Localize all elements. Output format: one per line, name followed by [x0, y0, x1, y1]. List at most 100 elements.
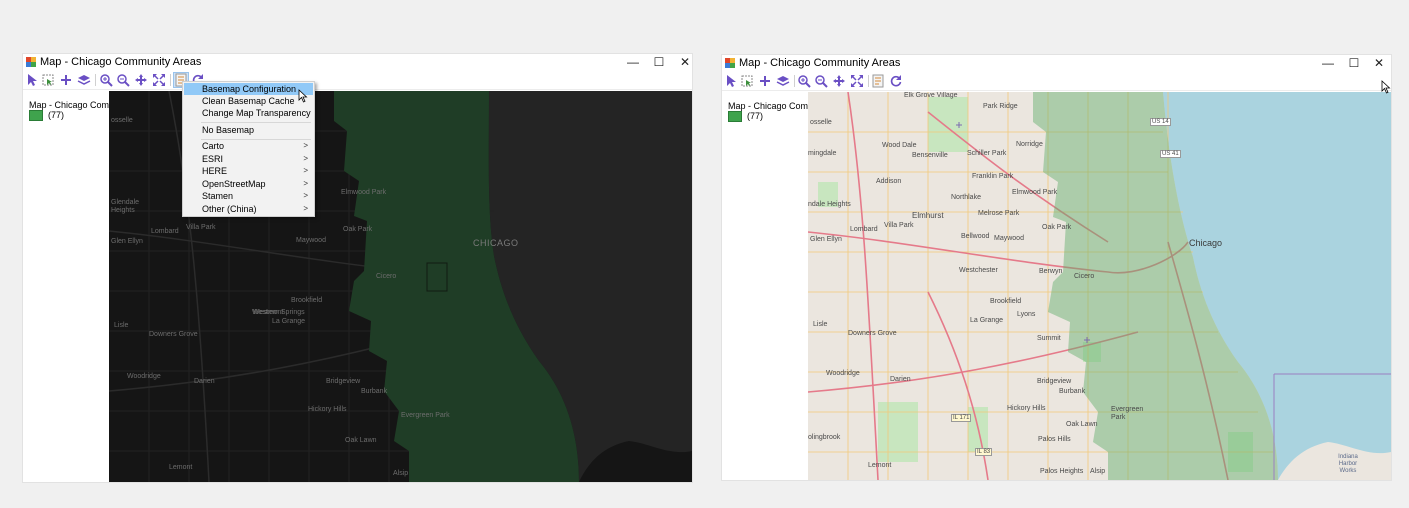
menu-separator [201, 122, 311, 123]
map-label: Oak Park [1042, 224, 1072, 231]
legend-layer-name[interactable]: Map - Chicago Community A [728, 101, 808, 111]
zoom-out-icon[interactable] [115, 72, 131, 88]
map-label: Cicero [376, 273, 397, 280]
map-toolbar [722, 72, 1391, 91]
select-rect-icon[interactable] [739, 73, 755, 89]
toolbar-separator [170, 74, 171, 86]
map-label: Oak Lawn [1066, 421, 1098, 428]
map-label: Lemont [868, 462, 892, 469]
map-label: Villa Park [884, 222, 914, 229]
map-label: ndale Heights [808, 201, 851, 208]
map-label: Darien [890, 376, 911, 383]
map-label: La Grange [272, 318, 306, 325]
map-label: Westchester [959, 267, 998, 274]
menu-item-clean-basemap-cache[interactable]: Clean Basemap Cache [184, 95, 313, 107]
maximize-button[interactable]: ☐ [1341, 55, 1367, 71]
menu-item-label: Other (China) [202, 204, 257, 214]
app-icon [26, 57, 36, 67]
map-label: Downers Grove [848, 330, 897, 337]
full-extent-icon[interactable] [849, 73, 865, 89]
map-label: Franklin Park [972, 173, 1014, 180]
map-label: Woodridge [826, 370, 860, 377]
map-toolbar [23, 71, 692, 90]
title-bar[interactable]: Map - Chicago Community Areas — ☐ ✕ [23, 54, 692, 70]
add-icon[interactable] [757, 73, 773, 89]
submenu-arrow-icon: > [303, 179, 308, 188]
menu-item-basemap-configuration[interactable]: Basemap Configuration [184, 83, 313, 95]
full-extent-icon[interactable] [151, 72, 167, 88]
menu-item-carto[interactable]: Carto > [184, 140, 313, 152]
submenu-arrow-icon: > [303, 204, 308, 213]
map-label: Maywood [296, 237, 326, 244]
menu-item-label: OpenStreetMap [202, 179, 266, 189]
map-label: Elk Grove Village [904, 92, 958, 99]
zoom-in-icon[interactable] [98, 72, 114, 88]
map-window-right: Map - Chicago Community Areas — ☐ ✕ Map … [722, 55, 1391, 480]
map-label: Elmhurst [912, 211, 944, 220]
menu-item-here[interactable]: HERE > [184, 165, 313, 177]
layers-icon[interactable] [775, 73, 791, 89]
select-arrow-icon[interactable] [723, 73, 739, 89]
window-title: Map - Chicago Community Areas [739, 57, 901, 69]
map-label: Hickory Hills [1007, 405, 1046, 412]
map-label: Glen Ellyn [810, 236, 842, 243]
app-icon [725, 58, 735, 68]
map-label: Wood Dale [882, 142, 917, 149]
menu-item-other-china[interactable]: Other (China) > [184, 203, 313, 215]
menu-item-stamen[interactable]: Stamen > [184, 190, 313, 202]
zoom-out-icon[interactable] [813, 73, 829, 89]
map-label: Addison [876, 178, 902, 185]
layers-icon[interactable] [76, 72, 92, 88]
map-label: Elmwood Park [1012, 189, 1058, 196]
map-label: Lombard [850, 226, 878, 233]
close-button[interactable]: ✕ [672, 54, 698, 70]
mouse-cursor-icon [298, 89, 308, 103]
map-label: Park Ridge [983, 103, 1018, 110]
add-icon[interactable] [58, 72, 74, 88]
map-label: Norridge [1016, 141, 1043, 148]
map-label: Darien [194, 378, 215, 385]
map-label: Oak Park [343, 226, 373, 233]
basemap-icon[interactable] [870, 73, 886, 89]
menu-item-esri[interactable]: ESRI > [184, 153, 313, 165]
minimize-button[interactable]: — [620, 54, 646, 70]
map-label: Bellwood [961, 233, 990, 240]
pan-icon[interactable] [133, 72, 149, 88]
map-label: Evergreen Park [1111, 406, 1144, 421]
zoom-in-icon[interactable] [796, 73, 812, 89]
map-label: Glendale Heights [111, 199, 140, 214]
title-bar[interactable]: Map - Chicago Community Areas — ☐ ✕ [722, 55, 1391, 71]
refresh-icon[interactable] [888, 73, 904, 89]
map-label: Schiller Park [967, 150, 1007, 157]
map-label: Cicero [1074, 273, 1095, 280]
legend-count: (77) [48, 110, 65, 120]
close-button[interactable]: ✕ [1366, 55, 1392, 71]
map-label: Western Springs [253, 309, 305, 316]
legend-panel: Map - Chicago Community A (77) [23, 91, 109, 482]
legend-swatch[interactable] [29, 110, 43, 121]
maximize-button[interactable]: ☐ [646, 54, 672, 70]
map-label: Palos Hills [1038, 436, 1071, 443]
menu-item-change-map-transparency[interactable]: Change Map Transparency [184, 107, 313, 119]
map-canvas[interactable]: Elk Grove Village Park Ridge osselle Woo… [808, 92, 1391, 480]
menu-item-openstreetmap[interactable]: OpenStreetMap > [184, 178, 313, 190]
route-shield-us-14: US 14 [1150, 118, 1171, 126]
map-label: Villa Park [186, 224, 216, 231]
map-label: mingdale [808, 150, 837, 157]
map-label: Brookfield [990, 298, 1022, 305]
menu-item-no-basemap[interactable]: No Basemap [184, 124, 313, 136]
minimize-button[interactable]: — [1315, 55, 1341, 71]
map-label: Lyons [1017, 311, 1036, 318]
legend-swatch[interactable] [728, 111, 742, 122]
submenu-arrow-icon: > [303, 191, 308, 200]
pan-icon[interactable] [831, 73, 847, 89]
map-label: Melrose Park [978, 210, 1020, 217]
map-label: Bridgeview [1037, 378, 1072, 385]
select-rect-icon[interactable] [40, 72, 56, 88]
map-label: Summit [1037, 335, 1061, 342]
select-arrow-icon[interactable] [24, 72, 40, 88]
legend-layer-name[interactable]: Map - Chicago Community A [29, 100, 109, 110]
toolbar-separator [95, 74, 96, 86]
map-label: La Grange [970, 317, 1004, 324]
map-label: Chicago [1189, 238, 1223, 248]
